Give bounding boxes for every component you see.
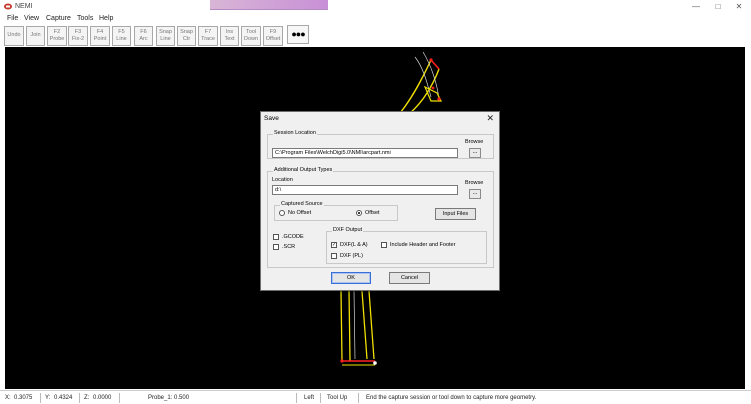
probe-status: Probe_1: 0.500 (148, 395, 190, 401)
trace-button[interactable]: F7 Trace (198, 26, 218, 46)
y-coordinate-label: Y: (45, 395, 51, 401)
menu-bar: File View Capture Tools Help (0, 14, 751, 25)
status-divider (358, 393, 359, 403)
session-location-group: Session Location C:\Program Files\WelchD… (267, 130, 494, 159)
window-title: NEMI (15, 3, 33, 10)
menu-file[interactable]: File (7, 15, 18, 22)
menu-capture[interactable]: Capture (46, 15, 71, 22)
join-button[interactable]: Join (26, 26, 45, 46)
session-browse-label: Browse (465, 139, 484, 145)
dialog-close-icon[interactable]: ✕ (486, 113, 494, 124)
session-browse-button[interactable]: ... (469, 148, 481, 158)
title-bar: NEMI — □ ✕ (0, 0, 751, 14)
probe-button[interactable]: F2 Probe (47, 26, 67, 46)
input-files-button[interactable]: Input Files (435, 208, 476, 220)
app-logo-icon (4, 3, 12, 10)
dxf-la-label: DXF(L & A) (340, 242, 368, 248)
tool-state-status: Tool Up (327, 395, 348, 401)
header-footer-label: Include Header and Footer (390, 242, 456, 248)
undo-button[interactable]: Undo (4, 26, 24, 46)
fix2-button[interactable]: F3 Fix-2 (68, 26, 88, 46)
x-coordinate-value: 0.3075 (14, 395, 33, 401)
point-button[interactable]: F4 Point (90, 26, 110, 46)
additional-output-label: Additional Output Types (273, 167, 334, 173)
session-path-field[interactable]: C:\Program Files\WelchDigi5.0\NMI\arcpar… (272, 148, 458, 158)
offset-label: Offset (365, 210, 380, 216)
status-divider (119, 393, 120, 403)
status-divider (320, 393, 321, 403)
z-coordinate-value: 0.0000 (93, 395, 112, 401)
more-tools-button[interactable]: ●●● (287, 25, 309, 44)
captured-source-label: Captured Source (280, 201, 324, 207)
additional-output-group: Additional Output Types Location d:\ Bro… (267, 167, 494, 268)
maximize-button[interactable]: □ (712, 2, 724, 12)
menu-help[interactable]: Help (99, 15, 113, 22)
no-offset-label: No Offset (288, 210, 312, 216)
line-button[interactable]: F5 Line (112, 26, 131, 46)
x-coordinate-label: X: (5, 395, 11, 401)
z-coordinate-label: Z: (84, 395, 90, 401)
status-divider (40, 393, 41, 403)
cancel-button[interactable]: Cancel (389, 272, 430, 284)
ok-button[interactable]: OK (331, 272, 371, 284)
status-divider (296, 393, 297, 403)
dxf-pl-label: DXF (PL) (340, 253, 363, 259)
save-dialog: Save ✕ Session Location C:\Program Files… (260, 111, 500, 291)
toolbar: Undo Join F2 Probe F3 Fix-2 F4 Point F5 Line… (0, 25, 751, 47)
y-coordinate-value: 0.4324 (54, 395, 73, 401)
part-outline-top (399, 51, 442, 114)
dxf-la-checkbox[interactable]: ✓ (331, 242, 337, 248)
captured-source-group: Captured Source No Offset Offset (274, 201, 398, 221)
header-footer-checkbox[interactable] (381, 242, 387, 248)
location-label: Location (272, 177, 293, 183)
scr-label: .SCR (282, 244, 296, 250)
status-message: End the capture session or tool down to … (366, 395, 537, 401)
no-offset-radio[interactable] (279, 210, 285, 216)
insert-text-button[interactable]: Ins Text (220, 26, 239, 46)
offset-button[interactable]: F9 Offset (263, 26, 283, 46)
gcode-checkbox[interactable] (273, 234, 279, 240)
snap-center-button[interactable]: Snap Ctr (177, 26, 196, 46)
gcode-label: .GCODE (282, 234, 304, 240)
status-bar: X: 0.3075 Y: 0.4324 Z: 0.0000 Probe_1: 0… (0, 390, 751, 404)
session-location-label: Session Location (273, 130, 317, 136)
scr-checkbox[interactable] (273, 244, 279, 250)
side-status: Left (304, 395, 315, 401)
dialog-title: Save (264, 115, 279, 122)
location-field[interactable]: d:\ (272, 185, 458, 195)
close-window-button[interactable]: ✕ (733, 2, 745, 12)
location-browse-label: Browse (465, 180, 484, 186)
offset-radio[interactable] (356, 210, 362, 216)
tool-down-button[interactable]: Tool Down (241, 26, 261, 46)
part-outline-bottom (340, 290, 377, 366)
minimize-button[interactable]: — (690, 2, 702, 12)
status-divider (79, 393, 80, 403)
arc-button[interactable]: F6 Arc (134, 26, 153, 46)
snap-line-button[interactable]: Snap Line (156, 26, 175, 46)
dxf-pl-checkbox[interactable] (331, 253, 337, 259)
dxf-output-label: DXF Output (332, 227, 364, 233)
menu-tools[interactable]: Tools (77, 15, 93, 22)
dxf-output-group: DXF Output ✓ DXF(L & A) Include Header a… (326, 227, 487, 264)
location-browse-button[interactable]: ... (469, 189, 481, 199)
menu-view[interactable]: View (24, 15, 39, 22)
